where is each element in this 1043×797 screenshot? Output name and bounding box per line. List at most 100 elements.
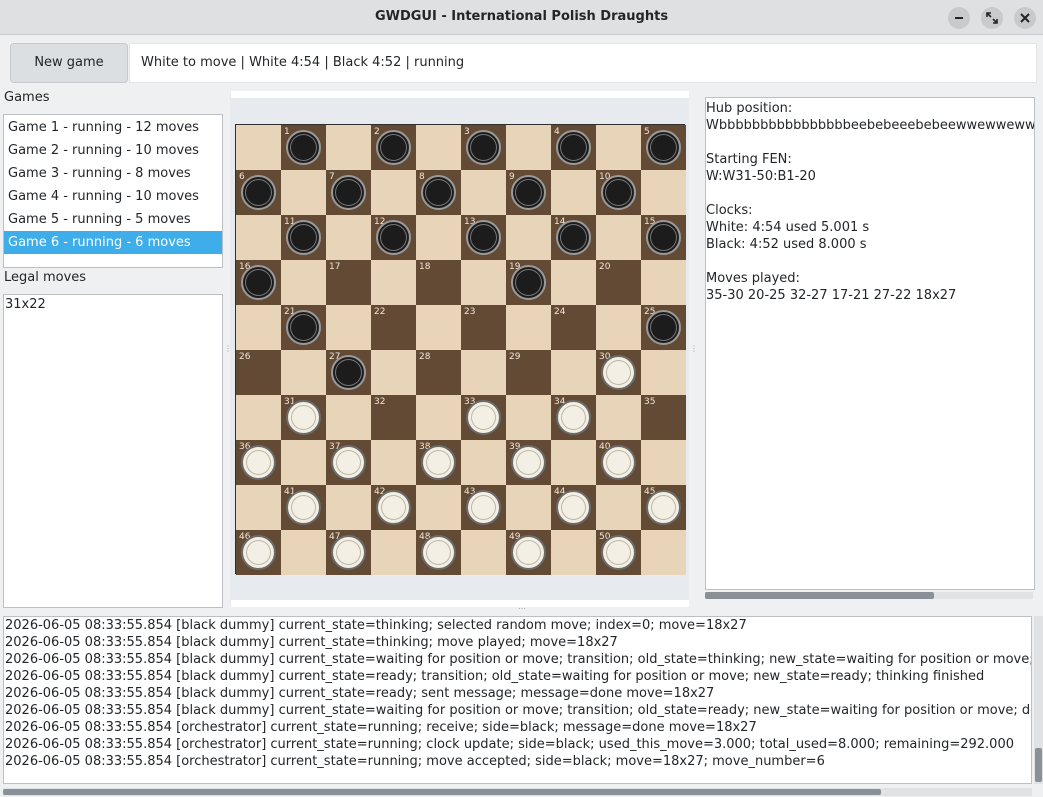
board-square-24[interactable]: 24 [551, 305, 596, 350]
black-piece[interactable] [331, 355, 366, 390]
white-piece[interactable] [646, 490, 681, 525]
board-square-17[interactable]: 17 [326, 260, 371, 305]
board-square-19[interactable]: 19 [506, 260, 551, 305]
white-piece[interactable] [331, 535, 366, 570]
black-piece[interactable] [646, 130, 681, 165]
black-piece[interactable] [646, 220, 681, 255]
white-piece[interactable] [376, 490, 411, 525]
board-square-28[interactable]: 28 [416, 350, 461, 395]
black-piece[interactable] [241, 265, 276, 300]
black-piece[interactable] [466, 220, 501, 255]
board-square-7[interactable]: 7 [326, 170, 371, 215]
white-piece[interactable] [511, 535, 546, 570]
black-piece[interactable] [241, 175, 276, 210]
right-splitter-handle[interactable]: ⋮ [690, 344, 698, 353]
black-piece[interactable] [286, 310, 321, 345]
board-square-20[interactable]: 20 [596, 260, 641, 305]
board-square-25[interactable]: 25 [641, 305, 686, 350]
minimize-button[interactable] [948, 7, 970, 29]
black-piece[interactable] [556, 130, 591, 165]
white-piece[interactable] [286, 400, 321, 435]
log-hscrollbar[interactable] [3, 788, 1032, 796]
game-list-item[interactable]: Game 2 - running - 10 moves [4, 139, 222, 162]
info-scrollbar-thumb[interactable] [705, 592, 934, 599]
board-square-4[interactable]: 4 [551, 125, 596, 170]
board-square-9[interactable]: 9 [506, 170, 551, 215]
board-square-50[interactable]: 50 [596, 530, 641, 575]
board-square-18[interactable]: 18 [416, 260, 461, 305]
black-piece[interactable] [376, 130, 411, 165]
board-square-8[interactable]: 8 [416, 170, 461, 215]
white-piece[interactable] [601, 355, 636, 390]
board-square-12[interactable]: 12 [371, 215, 416, 260]
black-piece[interactable] [421, 175, 456, 210]
board-square-1[interactable]: 1 [281, 125, 326, 170]
game-list-item[interactable]: Game 3 - running - 8 moves [4, 162, 222, 185]
game-list-item[interactable]: Game 5 - running - 5 moves [4, 208, 222, 231]
board-square-39[interactable]: 39 [506, 440, 551, 485]
board-square-34[interactable]: 34 [551, 395, 596, 440]
board-square-35[interactable]: 35 [641, 395, 686, 440]
board-square-43[interactable]: 43 [461, 485, 506, 530]
board-square-11[interactable]: 11 [281, 215, 326, 260]
black-piece[interactable] [331, 175, 366, 210]
white-piece[interactable] [331, 445, 366, 480]
board-square-33[interactable]: 33 [461, 395, 506, 440]
board-square-32[interactable]: 32 [371, 395, 416, 440]
black-piece[interactable] [466, 130, 501, 165]
black-piece[interactable] [376, 220, 411, 255]
board-square-42[interactable]: 42 [371, 485, 416, 530]
black-piece[interactable] [511, 265, 546, 300]
board-square-23[interactable]: 23 [461, 305, 506, 350]
draughts-board[interactable]: 1 2 3 4 5 6 7 8 9 10 11 12 13 14 15 16 17 18 19 20 21 22 23 24 2… [235, 124, 686, 575]
board-square-5[interactable]: 5 [641, 125, 686, 170]
black-piece[interactable] [286, 220, 321, 255]
board-square-26[interactable]: 26 [236, 350, 281, 395]
black-piece[interactable] [601, 175, 636, 210]
board-square-49[interactable]: 49 [506, 530, 551, 575]
close-button[interactable] [1014, 7, 1036, 29]
white-piece[interactable] [421, 445, 456, 480]
board-square-15[interactable]: 15 [641, 215, 686, 260]
board-square-3[interactable]: 3 [461, 125, 506, 170]
white-piece[interactable] [286, 490, 321, 525]
new-game-button[interactable]: New game [10, 43, 128, 83]
black-piece[interactable] [511, 175, 546, 210]
white-piece[interactable] [556, 490, 591, 525]
board-square-30[interactable]: 30 [596, 350, 641, 395]
black-piece[interactable] [556, 220, 591, 255]
white-piece[interactable] [466, 400, 501, 435]
legal-moves-list[interactable]: 31x22 [3, 294, 223, 608]
board-square-48[interactable]: 48 [416, 530, 461, 575]
board-square-14[interactable]: 14 [551, 215, 596, 260]
board-square-10[interactable]: 10 [596, 170, 641, 215]
board-square-22[interactable]: 22 [371, 305, 416, 350]
legal-move-item[interactable]: 31x22 [4, 295, 222, 314]
white-piece[interactable] [241, 445, 276, 480]
white-piece[interactable] [241, 535, 276, 570]
bottom-splitter-handle[interactable]: ⋯ [518, 604, 526, 613]
white-piece[interactable] [421, 535, 456, 570]
board-square-29[interactable]: 29 [506, 350, 551, 395]
log-vscrollbar-thumb[interactable] [1035, 748, 1042, 782]
board-square-40[interactable]: 40 [596, 440, 641, 485]
game-list-item[interactable]: Game 4 - running - 10 moves [4, 185, 222, 208]
board-square-31[interactable]: 31 [281, 395, 326, 440]
board-square-16[interactable]: 16 [236, 260, 281, 305]
white-piece[interactable] [601, 445, 636, 480]
board-square-36[interactable]: 36 [236, 440, 281, 485]
board-square-46[interactable]: 46 [236, 530, 281, 575]
board-square-27[interactable]: 27 [326, 350, 371, 395]
game-list-item[interactable]: Game 1 - running - 12 moves [4, 116, 222, 139]
maximize-button[interactable] [981, 7, 1003, 29]
board-square-37[interactable]: 37 [326, 440, 371, 485]
white-piece[interactable] [601, 535, 636, 570]
board-square-13[interactable]: 13 [461, 215, 506, 260]
board-square-6[interactable]: 6 [236, 170, 281, 215]
black-piece[interactable] [646, 310, 681, 345]
board-square-21[interactable]: 21 [281, 305, 326, 350]
white-piece[interactable] [556, 400, 591, 435]
board-square-38[interactable]: 38 [416, 440, 461, 485]
board-square-44[interactable]: 44 [551, 485, 596, 530]
log-vscrollbar[interactable] [1034, 616, 1043, 784]
